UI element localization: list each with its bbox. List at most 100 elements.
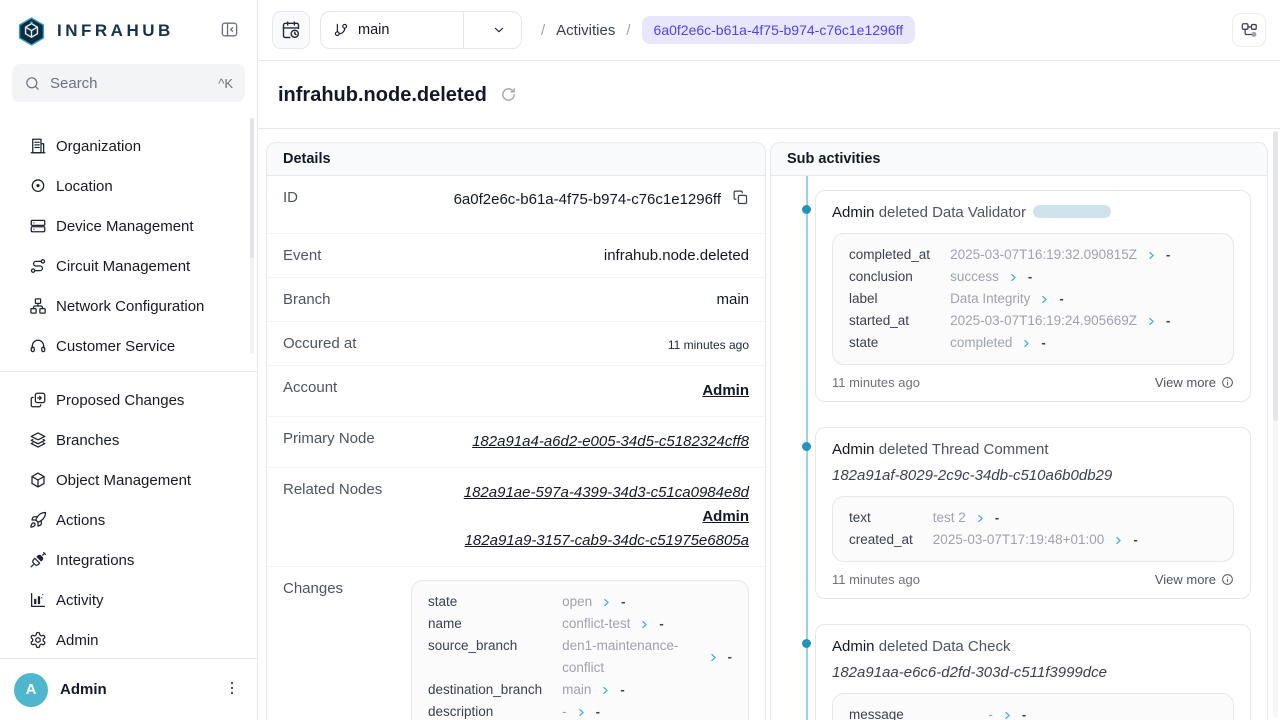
field-key: name: [428, 613, 542, 635]
schema-visualizer-button[interactable]: [1232, 13, 1266, 47]
breadcrumb-activity-id[interactable]: 6a0f2e6c-b61a-4f75-b974-c76c1e1296ff: [642, 16, 916, 44]
card-title: Admin deleted Data Validator: [832, 204, 1234, 221]
main-scrollbar-thumb[interactable]: [1273, 131, 1278, 421]
sidebar-item-circuit-management[interactable]: Circuit Management: [0, 246, 257, 286]
sidebar-item-label: Organization: [56, 138, 141, 155]
app-root: INFRAHUB Search ^K OrganizationLocationD…: [0, 0, 1280, 720]
rocket-icon: [29, 511, 47, 529]
detail-value: 6a0f2e6c-b61a-4f75-b974-c76c1e1296ff: [454, 189, 749, 209]
network-icon: [29, 297, 47, 315]
copy-icon: [732, 189, 749, 206]
main-scrollbar[interactable]: [1273, 131, 1278, 718]
node-link[interactable]: 182a91a9-3157-cab9-34dc-c51975e6805a: [464, 529, 749, 553]
field-key: started_at: [849, 310, 930, 332]
search-input[interactable]: Search ^K: [12, 64, 245, 102]
field-previous-value: completed: [950, 332, 1012, 354]
chevron-right-icon: [1113, 535, 1124, 546]
account-link[interactable]: Admin: [464, 505, 749, 529]
view-more-button[interactable]: View more: [1155, 572, 1234, 587]
sidebar-item-device-management[interactable]: Device Management: [0, 206, 257, 246]
sidebar-item-label: Object Management: [56, 472, 191, 489]
field-value-line: 2025-03-07T16:19:32.090815Z-: [950, 244, 1217, 266]
card-timestamp: 11 minutes ago: [832, 572, 920, 587]
chevron-right-icon: [1021, 338, 1032, 349]
account-link[interactable]: Admin: [702, 379, 749, 403]
sub-activities-header: Sub activities: [771, 143, 1267, 176]
search-icon: [24, 75, 41, 92]
sidebar-item-label: Proposed Changes: [56, 392, 184, 409]
sidebar-item-customer-service[interactable]: Customer Service: [0, 326, 257, 366]
chevron-right-icon: [639, 619, 650, 630]
bar-chart-icon: [29, 591, 47, 609]
sidebar-item-actions[interactable]: Actions: [0, 500, 257, 540]
copy-button[interactable]: [732, 189, 749, 209]
timeline-dot: [802, 639, 811, 648]
chevron-right-icon: [601, 597, 612, 608]
field-key: state: [428, 591, 542, 613]
field-previous-value: Data Integrity: [950, 288, 1030, 310]
app-logo-text: INFRAHUB: [57, 21, 174, 41]
field-key: message: [849, 704, 968, 720]
proposed-changes-icon: [29, 391, 47, 409]
detail-label: Branch: [283, 291, 331, 308]
field-key: conclusion: [849, 266, 930, 288]
top-bar: main / Activities / 6a0f2e6c-b61a-4f75-b…: [258, 0, 1280, 61]
sidebar-item-proposed-changes[interactable]: Proposed Changes: [0, 380, 257, 420]
node-link[interactable]: 182a91a4-a6d2-e005-34d5-c5182324cff8: [472, 430, 749, 454]
detail-id-text: 6a0f2e6c-b61a-4f75-b974-c76c1e1296ff: [454, 191, 721, 208]
refresh-button[interactable]: [500, 86, 517, 106]
branch-selector-value: main: [358, 22, 389, 38]
details-row-related-nodes: Related Nodes182a91ae-597a-4399-34d3-c51…: [267, 468, 765, 567]
sidebar-scrollbar-thumb[interactable]: [250, 118, 254, 258]
sidebar-item-branches[interactable]: Branches: [0, 420, 257, 460]
field-previous-value: -: [562, 701, 567, 720]
sidebar-item-admin[interactable]: Admin: [0, 620, 257, 658]
view-more-button[interactable]: View more: [1155, 375, 1234, 390]
chevron-down-icon[interactable]: [476, 22, 521, 38]
sub-activity-item: Admin deleted Data Check182a91aa-e6c6-d2…: [815, 624, 1251, 720]
card-timestamp: 11 minutes ago: [832, 375, 920, 390]
route-icon: [29, 257, 47, 275]
detail-value: 182a91a4-a6d2-e005-34d5-c5182324cff8: [472, 430, 749, 454]
changes-fields-box: stateopen-nameconflict-test-source_branc…: [411, 580, 749, 720]
branch-selector[interactable]: main: [320, 11, 522, 49]
sidebar-collapse-button[interactable]: [218, 18, 241, 44]
field-new-value: -: [1166, 310, 1170, 332]
field-new-value: -: [1022, 704, 1026, 720]
sidebar-item-integrations[interactable]: Integrations: [0, 540, 257, 580]
sub-activity-item: Admin deleted Data Validatorcompleted_at…: [815, 190, 1251, 402]
field-new-value: -: [728, 646, 732, 668]
sidebar-item-location[interactable]: Location: [0, 166, 257, 206]
breadcrumb: / Activities / 6a0f2e6c-b61a-4f75-b974-c…: [541, 16, 915, 44]
field-previous-value: success: [950, 266, 999, 288]
detail-value: stateopen-nameconflict-test-source_branc…: [343, 580, 749, 720]
sidebar-scrollbar[interactable]: [250, 118, 254, 354]
field-key: source_branch: [428, 635, 542, 679]
node-link[interactable]: 182a91ae-597a-4399-34d3-c51ca0984e8d: [464, 481, 749, 505]
chevron-right-icon: [1039, 294, 1050, 305]
plug-icon: [29, 551, 47, 569]
avatar: A: [14, 673, 48, 707]
time-travel-button[interactable]: [272, 11, 310, 49]
details-row-id: ID6a0f2e6c-b61a-4f75-b974-c76c1e1296ff: [267, 176, 765, 234]
sidebar-item-network-configuration[interactable]: Network Configuration: [0, 286, 257, 326]
field-key: text: [849, 507, 913, 529]
field-value-line: den1-maintenance-conflict-: [562, 635, 732, 679]
server-icon: [29, 217, 47, 235]
sidebar-item-organization[interactable]: Organization: [0, 126, 257, 166]
user-menu-kebab-button[interactable]: [221, 677, 243, 702]
card-user: Admin: [832, 638, 875, 655]
calendar-clock-icon: [281, 20, 301, 40]
field-key: label: [849, 288, 930, 310]
title-row: infrahub.node.deleted: [258, 61, 1280, 128]
details-row-changes: Changesstateopen-nameconflict-test-sourc…: [267, 567, 765, 720]
sidebar-item-activity[interactable]: Activity: [0, 580, 257, 620]
detail-label: Account: [283, 379, 337, 396]
breadcrumb-activities[interactable]: Activities: [556, 22, 615, 39]
sidebar-item-label: Customer Service: [56, 338, 175, 355]
chevron-right-icon: [1008, 272, 1019, 283]
timeline-dot: [802, 205, 811, 214]
sidebar-item-object-management[interactable]: Object Management: [0, 460, 257, 500]
info-icon: [1221, 573, 1234, 586]
git-branch-icon: [333, 22, 349, 38]
